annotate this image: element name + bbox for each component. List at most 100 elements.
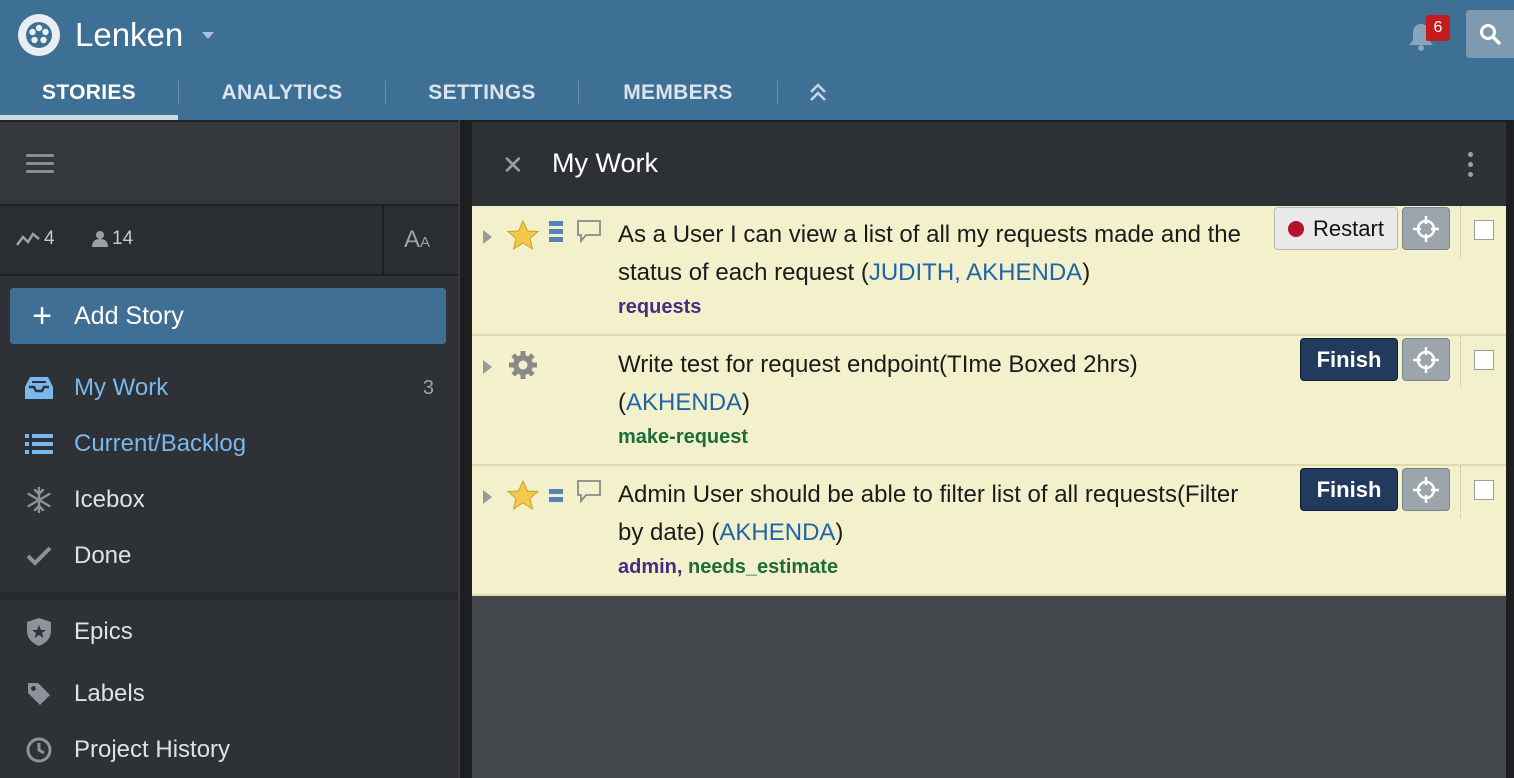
restart-dot-icon: [1288, 220, 1305, 237]
sidebar-item-label: My Work: [74, 374, 169, 401]
select-divider: [1460, 206, 1461, 258]
collapse-header-chevron-icon[interactable]: [778, 66, 858, 120]
main-tabs: STORIES ANALYTICS SETTINGS MEMBERS: [0, 66, 858, 120]
crosshair-icon: [1413, 346, 1439, 373]
story-select-checkbox[interactable]: [1474, 350, 1494, 370]
story-labels: admin, needs_estimate: [618, 556, 838, 579]
story-label[interactable]: make-request: [618, 426, 748, 448]
clock-icon: [0, 737, 74, 763]
restart-label: Restart: [1313, 215, 1384, 241]
members-stat[interactable]: 14: [92, 228, 133, 250]
finish-button[interactable]: Finish: [1300, 468, 1398, 511]
story-owners[interactable]: AKHENDA: [626, 389, 742, 416]
story-label[interactable]: admin,: [618, 556, 682, 578]
story-owners[interactable]: AKHENDA: [719, 519, 835, 546]
font-toggle-big: A: [404, 226, 421, 253]
sidebar-item-project-history[interactable]: Project History: [0, 724, 460, 776]
sidebar-item-label: Epics: [74, 618, 133, 645]
expand-story-icon[interactable]: [483, 360, 492, 374]
crosshair-icon: [1413, 476, 1439, 503]
sidebar-top: [0, 122, 460, 206]
check-icon: [0, 546, 74, 566]
expand-story-icon[interactable]: [483, 230, 492, 244]
velocity-stat[interactable]: 4: [16, 228, 55, 250]
select-divider: [1460, 466, 1461, 518]
tab-analytics[interactable]: ANALYTICS: [179, 66, 385, 120]
shield-star-icon: [0, 617, 74, 647]
estimate-icon[interactable]: [549, 221, 563, 245]
sidebar-item-label: Labels: [74, 680, 145, 707]
story-row[interactable]: As a User I can view a list of all my re…: [472, 206, 1506, 336]
inbox-icon: [0, 375, 74, 401]
locate-story-button[interactable]: [1402, 468, 1450, 511]
top-bar: Lenken 6 STORIES ANALYTICS SETTINGS MEMB…: [0, 0, 1514, 120]
search-button[interactable]: [1466, 10, 1514, 58]
sidebar-item-label: Done: [74, 542, 132, 569]
sidebar-item-icebox[interactable]: Icebox: [0, 474, 460, 526]
story-owners[interactable]: JUDITH, AKHENDA: [869, 259, 1082, 286]
search-icon: [1480, 24, 1501, 45]
story-title[interactable]: As a User I can view a list of all my re…: [618, 216, 1270, 292]
hamburger-menu-icon[interactable]: [26, 154, 54, 174]
story-labels: make-request: [618, 426, 748, 449]
add-story-button[interactable]: + Add Story: [10, 288, 446, 344]
story-title[interactable]: Write test for request endpoint(TIme Box…: [618, 346, 1178, 422]
story-label[interactable]: requests: [618, 296, 701, 318]
chore-gear-icon: [506, 348, 540, 382]
sidebar-section-divider: [0, 592, 460, 600]
panel-menu-icon[interactable]: [1468, 152, 1474, 182]
sidebar-item-label: Icebox: [74, 486, 145, 513]
project-name[interactable]: Lenken: [75, 14, 183, 56]
select-divider: [1460, 336, 1461, 388]
font-size-toggle[interactable]: AA: [404, 226, 430, 254]
project-dropdown-caret-icon[interactable]: [202, 32, 214, 39]
story-select-checkbox[interactable]: [1474, 480, 1494, 500]
story-row[interactable]: Write test for request endpoint(TIme Box…: [472, 336, 1506, 466]
person-icon: [92, 231, 108, 247]
font-toggle-small: A: [420, 234, 431, 251]
velocity-chart-icon: [16, 232, 40, 246]
story-select-checkbox[interactable]: [1474, 220, 1494, 240]
stats-divider: [382, 206, 384, 274]
tab-settings[interactable]: SETTINGS: [386, 66, 578, 120]
sidebar-item-labels[interactable]: Labels: [0, 668, 460, 720]
panel-title: My Work: [552, 148, 658, 178]
story-title[interactable]: Admin User should be able to filter list…: [618, 476, 1270, 552]
feature-star-icon: [506, 478, 540, 512]
tag-icon: [0, 681, 74, 707]
story-title-text: Admin User should be able to filter list…: [618, 481, 1239, 546]
panel-resize-divider[interactable]: [458, 120, 472, 778]
close-panel-icon[interactable]: ✕: [502, 152, 524, 178]
sidebar-item-current-backlog[interactable]: Current/Backlog: [0, 418, 460, 470]
story-title-text: Write test for request endpoint(TIme Box…: [618, 351, 1138, 378]
members-value: 14: [112, 228, 134, 249]
my-work-panel: ✕ My Work As a User I can view a list of…: [472, 120, 1506, 778]
tracker-logo-icon[interactable]: [18, 14, 60, 56]
locate-story-button[interactable]: [1402, 207, 1450, 250]
comment-icon[interactable]: [576, 219, 602, 248]
locate-story-button[interactable]: [1402, 338, 1450, 381]
tab-members[interactable]: MEMBERS: [579, 66, 777, 120]
estimate-icon[interactable]: [549, 489, 563, 505]
story-row[interactable]: Admin User should be able to filter list…: [472, 466, 1506, 596]
tab-stories[interactable]: STORIES: [0, 66, 178, 120]
sidebar-item-epics[interactable]: Epics: [0, 606, 460, 658]
sidebar-stats: 4 14 AA: [0, 206, 460, 276]
sidebar-item-my-work[interactable]: My Work 3: [0, 362, 460, 414]
my-work-count: 3: [422, 376, 434, 399]
expand-story-icon[interactable]: [483, 490, 492, 504]
comment-icon[interactable]: [576, 479, 602, 508]
panel-right-edge: [1506, 120, 1514, 778]
restart-button[interactable]: Restart: [1274, 207, 1398, 250]
story-label[interactable]: needs_estimate: [688, 556, 838, 578]
feature-star-icon: [506, 218, 540, 252]
sidebar: 4 14 AA + Add Story My Work 3 Current/Ba…: [0, 120, 460, 778]
story-labels: requests: [618, 296, 701, 319]
finish-button[interactable]: Finish: [1300, 338, 1398, 381]
add-story-label: Add Story: [74, 301, 184, 330]
notification-count-badge[interactable]: 6: [1426, 15, 1450, 41]
sidebar-item-label: Current/Backlog: [74, 430, 247, 457]
velocity-value: 4: [44, 228, 55, 249]
crosshair-icon: [1413, 215, 1439, 242]
sidebar-item-done[interactable]: Done: [0, 530, 460, 582]
